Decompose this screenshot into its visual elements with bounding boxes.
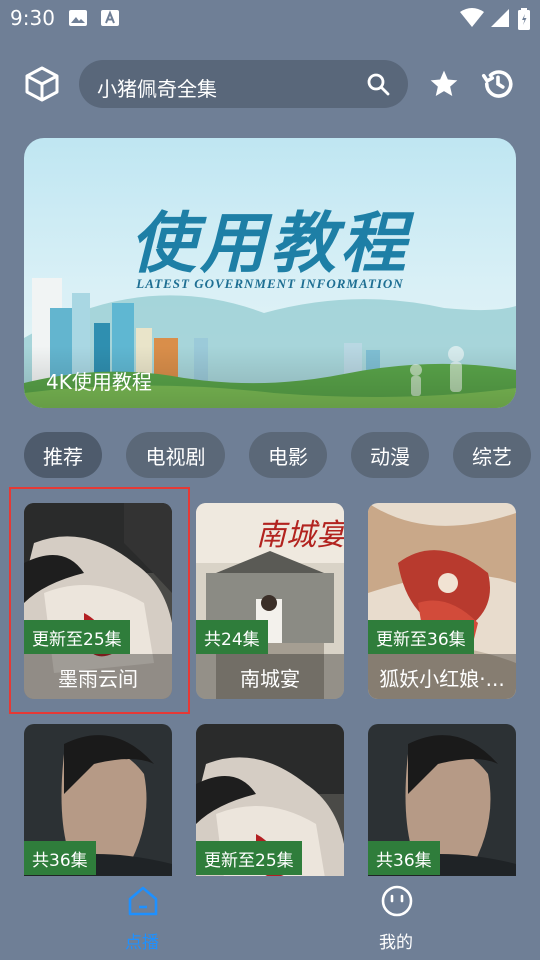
search-query: 小猪佩奇全集: [97, 77, 217, 101]
home-icon: [128, 886, 158, 916]
battery-icon: [518, 8, 530, 34]
favorites-star-icon[interactable]: [428, 68, 460, 100]
nav-home-label: 点播: [125, 933, 159, 953]
selection-highlight: [9, 487, 190, 714]
search-input[interactable]: 小猪佩奇全集: [79, 60, 408, 108]
nav-mine[interactable]: 我的: [336, 876, 456, 960]
card-title: 南城宴: [240, 667, 300, 691]
episode-badge: 更新至25集: [196, 841, 302, 875]
tab-recommend[interactable]: 推荐: [24, 432, 102, 478]
wifi-icon: [460, 8, 484, 32]
tutorial-banner[interactable]: 使用教程 LATEST GOVERNMENT INFORMATION 4K使用教…: [24, 138, 516, 408]
category-tabs: 推荐 电视剧 电影 动漫 综艺: [0, 432, 540, 480]
episode-badge: 更新至36集: [368, 620, 474, 654]
cube-icon[interactable]: [22, 64, 62, 104]
episode-badge: 共36集: [368, 841, 440, 875]
video-card[interactable]: 更新至36集 狐妖小红娘·...: [368, 503, 516, 699]
profile-face-icon: [381, 885, 413, 917]
banner-caption: 4K使用教程: [46, 370, 152, 394]
signal-icon: [490, 8, 510, 32]
banner-subtitle: LATEST GOVERNMENT INFORMATION: [136, 276, 404, 291]
nav-home[interactable]: 点播: [82, 876, 202, 960]
bottom-nav: 点播 我的: [0, 876, 540, 960]
tab-anime[interactable]: 动漫: [351, 432, 429, 478]
svg-text:南城宴: 南城宴: [256, 518, 344, 553]
banner-title: 使用教程: [130, 204, 410, 282]
font-icon: [100, 8, 120, 32]
status-bar: 9:30: [0, 0, 540, 38]
history-icon[interactable]: [480, 66, 516, 102]
header: 小猪佩奇全集: [0, 58, 540, 112]
card-title: 狐妖小红娘·...: [379, 667, 505, 691]
tab-movies[interactable]: 电影: [249, 432, 327, 478]
image-icon: [68, 8, 88, 32]
nav-mine-label: 我的: [379, 933, 413, 953]
episode-badge: 共36集: [24, 841, 96, 875]
search-icon[interactable]: [366, 72, 390, 96]
status-time: 9:30: [10, 6, 55, 30]
tab-variety[interactable]: 综艺: [453, 432, 531, 478]
tab-tv-series[interactable]: 电视剧: [126, 432, 225, 478]
video-card[interactable]: 南城宴 共24集 南城宴: [196, 503, 344, 699]
episode-badge: 共24集: [196, 620, 268, 654]
